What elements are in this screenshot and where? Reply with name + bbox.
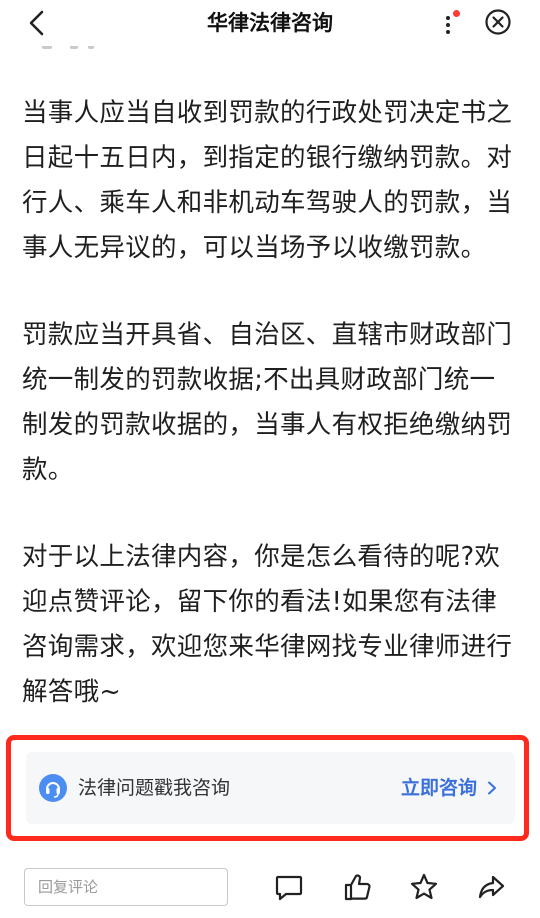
more-button[interactable]: [436, 8, 460, 38]
comment-input[interactable]: 回复评论: [24, 868, 228, 906]
bottom-action-bar: 回复评论: [0, 854, 540, 918]
like-icon[interactable]: [343, 872, 373, 902]
scrolled-text-remnant: [0, 46, 540, 54]
article-paragraph: 当事人应当自收到罚款的行政处罚决定书之日起十五日内，到指定的银行缴纳罚款。对行人…: [22, 98, 513, 263]
headset-icon: [39, 774, 67, 802]
consult-now-label: 立即咨询: [400, 777, 477, 799]
more-dot-icon: [446, 16, 450, 20]
consult-banner[interactable]: 法律问题戳我咨询 立即咨询: [26, 752, 515, 824]
article-body: 当事人应当自收到罚款的行政处罚决定书之日起十五日内，到指定的银行缴纳罚款。对行人…: [22, 91, 518, 757]
article-paragraph: 罚款应当开具省、自治区、直辖市财政部门统一制发的罚款收据;不出具财政部门统一制发…: [22, 320, 513, 485]
notification-dot-icon: [453, 10, 460, 17]
top-nav-bar: 华律法律咨询: [0, 0, 540, 46]
comment-icon[interactable]: [274, 872, 304, 902]
star-icon[interactable]: [409, 872, 439, 902]
consult-label: 法律问题戳我咨询: [78, 777, 231, 799]
share-icon[interactable]: [476, 872, 506, 902]
more-dot-icon: [446, 30, 450, 34]
more-dot-icon: [446, 23, 450, 27]
chevron-right-icon: [488, 781, 496, 795]
consult-now-button[interactable]: 立即咨询: [401, 771, 499, 805]
article-paragraph: 对于以上法律内容，你是怎么看待的呢?欢迎点赞评论，留下你的看法!如果您有法律咨询…: [22, 542, 513, 707]
close-circle-icon: [485, 9, 511, 35]
close-button[interactable]: [484, 8, 512, 36]
